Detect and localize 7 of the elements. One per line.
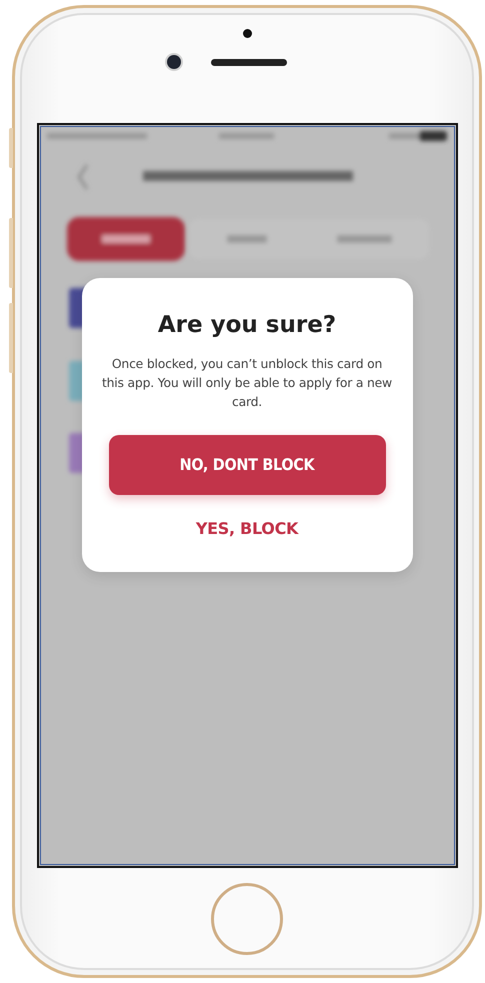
camera-icon bbox=[167, 55, 181, 69]
dont-block-button[interactable]: NO, DONT BLOCK bbox=[108, 434, 386, 494]
sensor-dot-icon bbox=[242, 29, 252, 38]
dialog-title: Are you sure? bbox=[158, 312, 336, 338]
dialog-message: Once blocked, you can’t unblock this card on this app. You will only be able to apply for a new card. bbox=[100, 354, 393, 410]
speaker-slot-icon bbox=[211, 58, 287, 66]
block-button[interactable]: YES, BLOCK bbox=[188, 514, 306, 542]
